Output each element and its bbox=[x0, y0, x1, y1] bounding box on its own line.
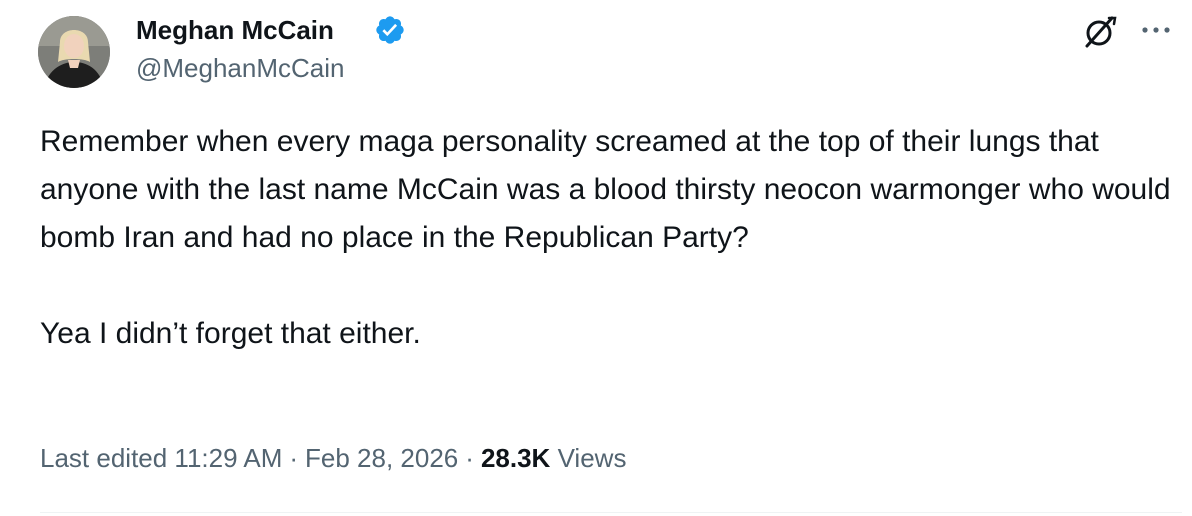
views-count[interactable]: 28.3K bbox=[481, 443, 550, 473]
post-paragraph: Remember when every maga personality scr… bbox=[40, 125, 1171, 254]
more-horizontal-icon[interactable] bbox=[1138, 18, 1174, 42]
display-name[interactable]: Meghan McCain bbox=[136, 14, 334, 46]
views-label: Views bbox=[557, 443, 627, 473]
avatar[interactable] bbox=[38, 16, 110, 88]
post-metadata: Last edited 11:29 AM · Feb 28, 2026 · 28.3K … bbox=[40, 440, 626, 476]
verified-badge-icon[interactable] bbox=[374, 14, 406, 46]
post-text: Remember when every maga personality scr… bbox=[40, 118, 1180, 358]
post-container: Meghan McCain @MeghanMcCain Remember whe… bbox=[0, 0, 1192, 516]
post-date[interactable]: Feb 28, 2026 bbox=[305, 443, 458, 473]
avatar-image bbox=[38, 16, 110, 88]
separator: · bbox=[465, 443, 474, 473]
post-paragraph: Yea I didn’t forget that either. bbox=[40, 317, 421, 350]
separator: · bbox=[289, 443, 299, 473]
divider bbox=[40, 512, 1182, 513]
edited-timestamp[interactable]: Last edited 11:29 AM bbox=[40, 443, 282, 473]
author-handle[interactable]: @MeghanMcCain bbox=[136, 52, 344, 84]
grok-icon[interactable] bbox=[1082, 14, 1118, 50]
